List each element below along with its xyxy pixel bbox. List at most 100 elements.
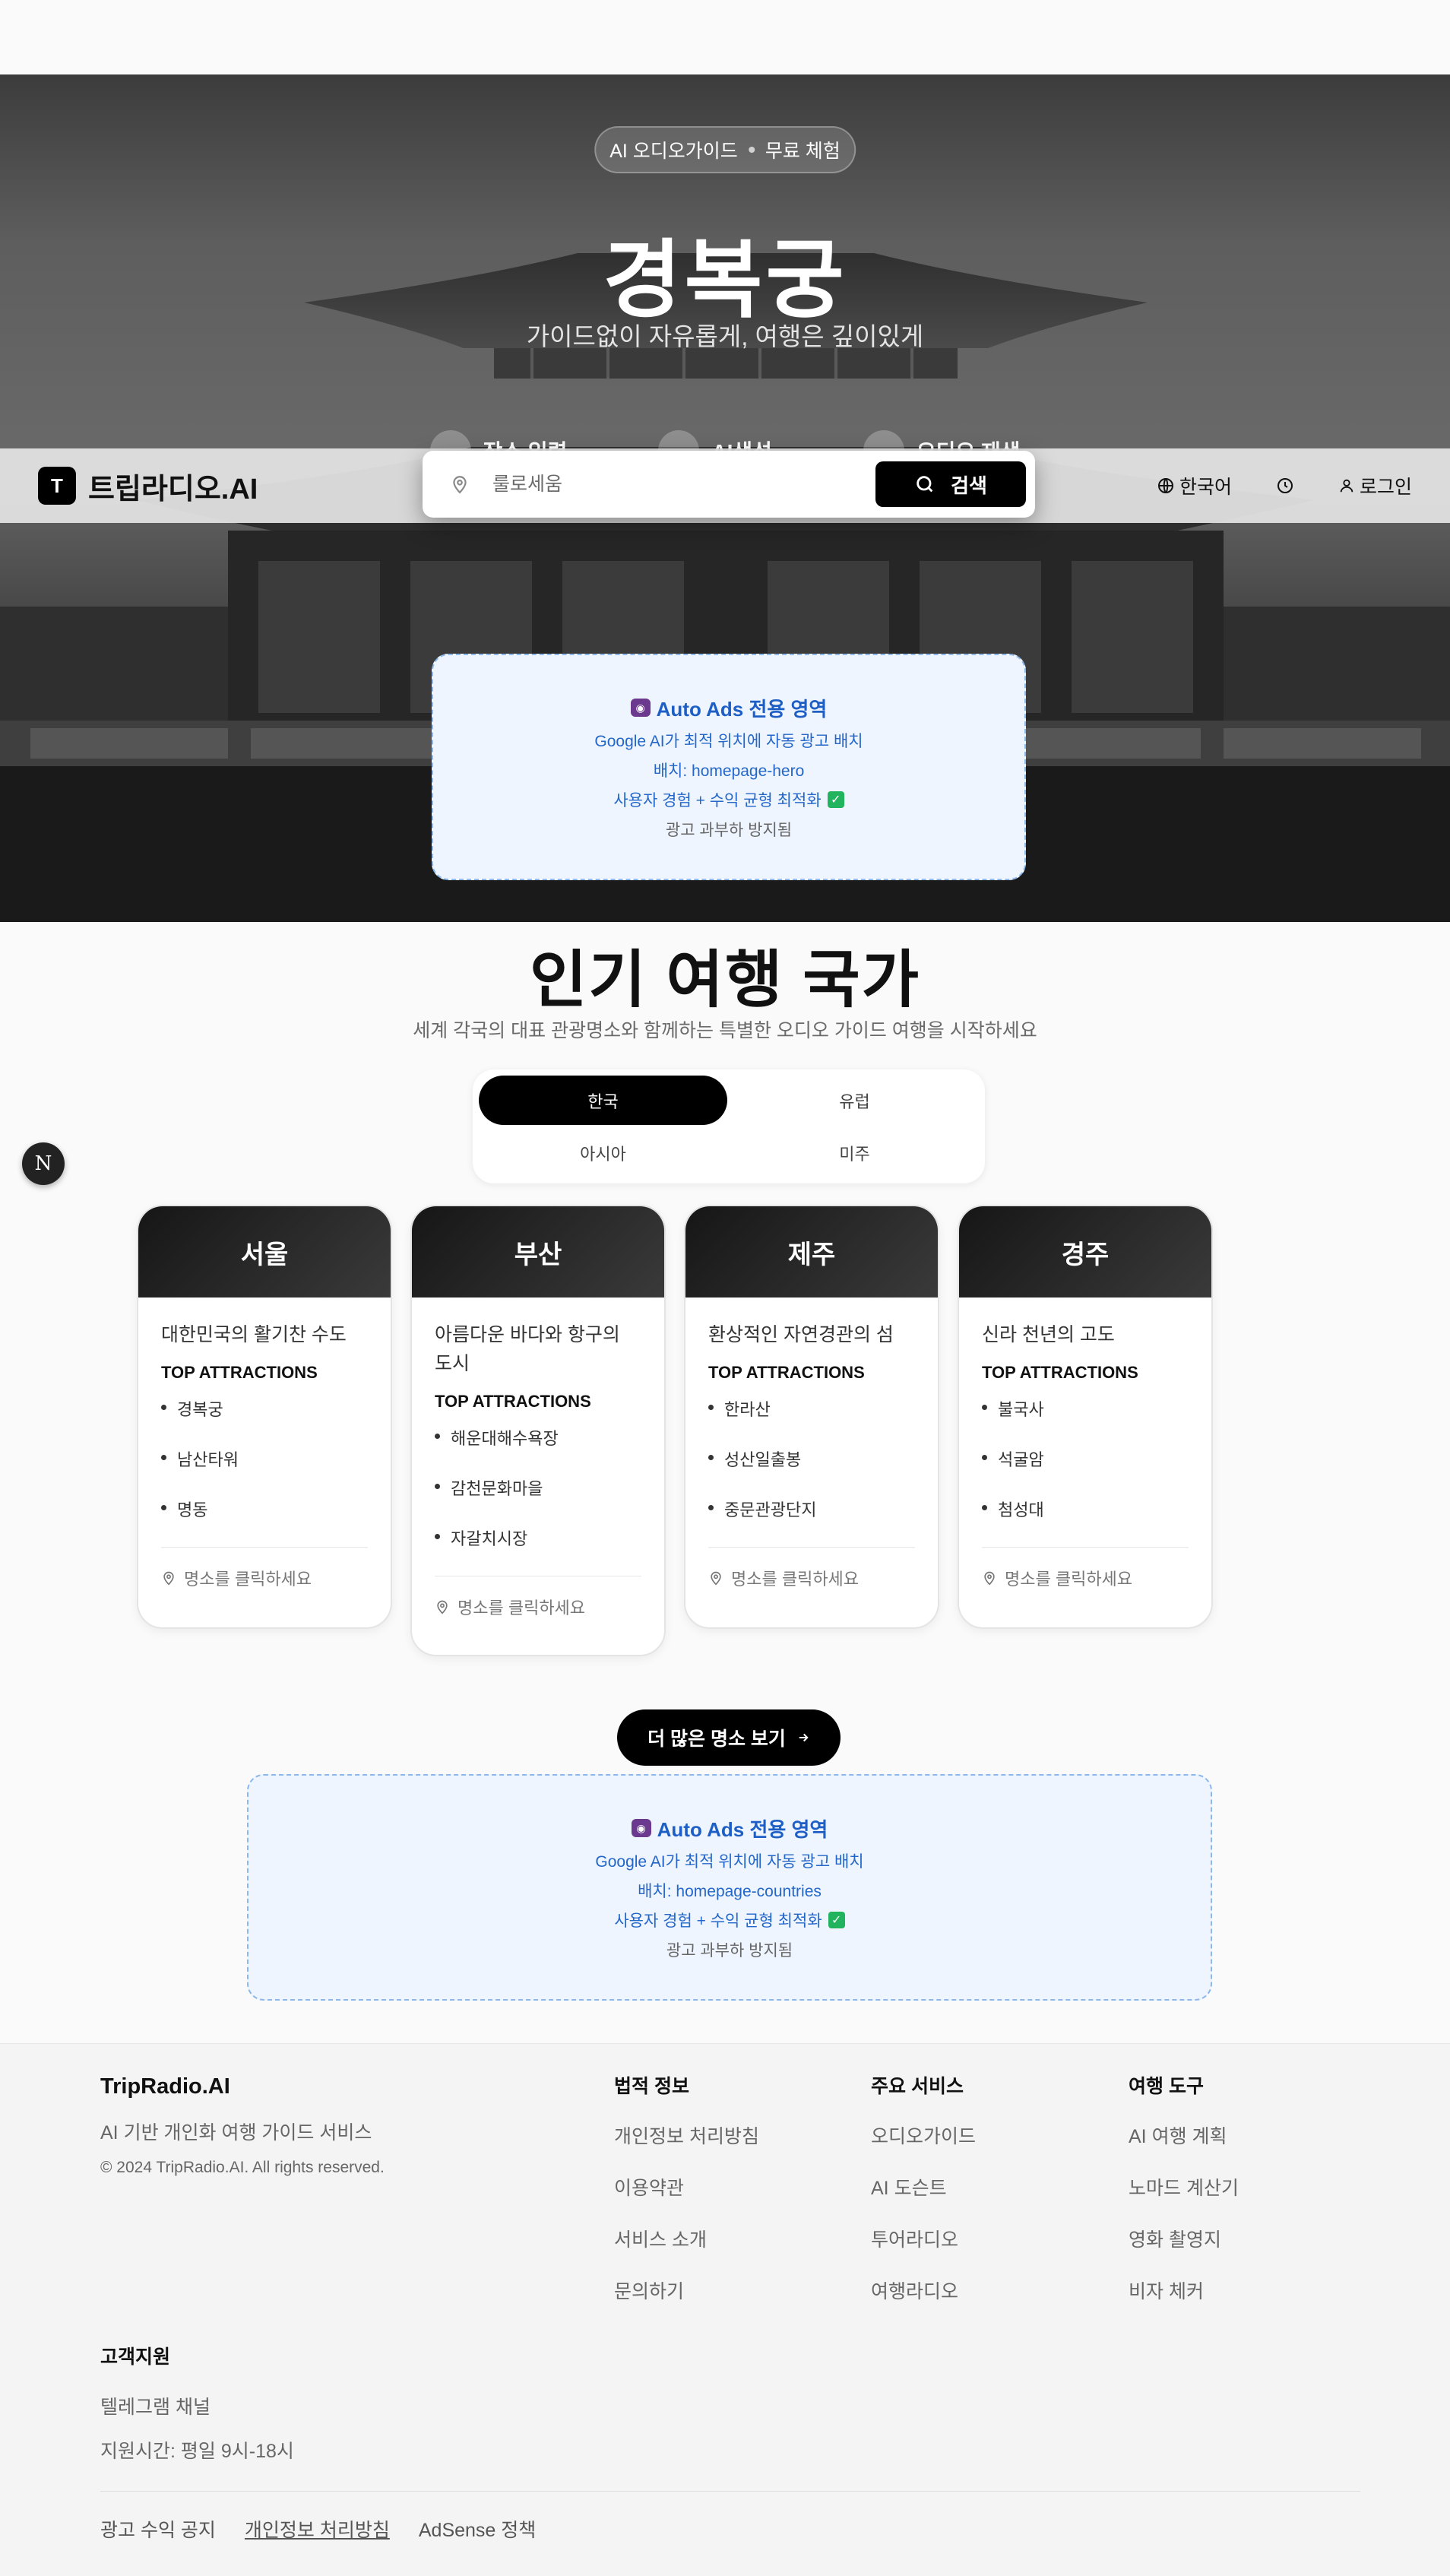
footer-copyright: © 2024 TripRadio.AI. All rights reserved… [100,2159,385,2176]
attraction-item[interactable]: 자갈치시장 [435,1524,641,1574]
city-card-desc: 대한민국의 활기찬 수도 [161,1324,347,1345]
footer-link-planner[interactable]: AI 여행 계획 [1129,2121,1239,2149]
attraction-item[interactable]: 중문관광단지 [708,1495,915,1545]
footer-link-tourradio[interactable]: 투어라디오 [871,2225,976,2252]
footer-link-nomad[interactable]: 노마드 계산기 [1129,2173,1239,2201]
location-pin-icon [437,1600,448,1614]
ad-line4: 광고 과부하 방지됨 [666,1941,793,1960]
more-attractions-button[interactable]: 더 많은 명소 보기 [617,1709,841,1766]
footer-bottom-links: 광고 수익 공지 개인정보 처리방침 AdSense 정책 [100,2515,536,2543]
clock-icon [1277,478,1293,493]
footer-link-ad-notice[interactable]: 광고 수익 공지 [100,2515,216,2543]
footer-brand-name[interactable]: TripRadio.AI [100,2074,385,2099]
city-card-jeju[interactable]: 제주 환상적인 자연경관의 섬 TOP ATTRACTIONS 한라산 성산일출… [684,1205,939,1629]
history-button[interactable] [1276,477,1294,495]
location-pin-icon [711,1571,721,1586]
footer-link-privacy[interactable]: 개인정보 처리방침 [614,2121,759,2149]
footer-tagline: AI 기반 개인화 여행 가이드 서비스 [100,2122,372,2143]
search-icon [917,476,933,493]
check-icon: ✓ [827,791,844,808]
city-card-seoul[interactable]: 서울 대한민국의 활기찬 수도 TOP ATTRACTIONS 경복궁 남산타워… [137,1205,392,1629]
footer-telegram-link[interactable]: 텔레그램 채널 [100,2392,294,2418]
attraction-item[interactable]: 해운대해수욕장 [435,1424,641,1474]
region-tabs: 한국 유럽 아시아 미주 [473,1069,985,1183]
attraction-item[interactable]: 명동 [161,1495,368,1545]
ad-line3: 사용자 경험 + 수익 균형 최적화 ✓ [613,788,844,811]
ad-line2: 배치: homepage-countries [638,1882,822,1900]
logo-text[interactable]: 트립라디오.AI [88,465,258,507]
hero-badge: AI 오디오가이드 무료 체험 [594,126,856,173]
arrow-right-icon [799,1733,809,1742]
footer-col-title: 여행 도구 [1129,2076,1204,2097]
city-card-title: 경주 [959,1206,1211,1298]
floating-dev-badge[interactable]: N [22,1142,65,1185]
footer-link-adsense[interactable]: AdSense 정책 [419,2515,536,2543]
hero-badge-dot [748,147,755,153]
attraction-item[interactable]: 남산타워 [161,1445,368,1495]
attractions-list: 경복궁 남산타워 명동 [161,1395,368,1545]
logo-icon[interactable]: T [38,467,76,505]
attraction-item[interactable]: 성산일출봉 [708,1445,915,1495]
ad-line1: Google AI가 최적 위치에 자동 광고 배치 [595,1852,864,1871]
footer-link-travelradio[interactable]: 여행라디오 [871,2277,976,2304]
attraction-item[interactable]: 석굴암 [982,1445,1189,1495]
login-button[interactable]: 로그인 [1338,472,1412,499]
city-card-title: 서울 [138,1206,391,1298]
site-footer: TripRadio.AI AI 기반 개인화 여행 가이드 서비스 © 2024… [0,2043,1450,2576]
city-card-title: 제주 [685,1206,938,1298]
attraction-item[interactable]: 경복궁 [161,1395,368,1445]
section-subtitle: 세계 각국의 대표 관광명소와 함께하는 특별한 오디오 가이드 여행을 시작하… [413,1020,1037,1041]
footer-col-tools: 여행 도구 AI 여행 계획 노마드 계산기 영화 촬영지 비자 체커 [1129,2071,1239,2304]
tab-korea[interactable]: 한국 [479,1076,727,1125]
footer-col-title: 주요 서비스 [871,2076,964,2097]
attraction-item[interactable]: 첨성대 [982,1495,1189,1545]
search-input[interactable] [492,473,875,496]
footer-link-visa[interactable]: 비자 체커 [1129,2277,1239,2304]
ad-title: ◉ Auto Ads 전용 영역 [631,1814,828,1842]
language-button[interactable]: 한국어 [1157,472,1232,499]
attraction-item[interactable]: 감천문화마을 [435,1474,641,1524]
attractions-label: TOP ATTRACTIONS [708,1363,865,1382]
tab-asia[interactable]: 아시아 [479,1128,727,1177]
footer-support: 고객지원 텔레그램 채널 지원시간: 평일 9시-18시 [100,2342,294,2462]
attractions-list: 불국사 석굴암 첨성대 [982,1395,1189,1545]
footer-link-about[interactable]: 서비스 소개 [614,2225,759,2252]
city-card-busan[interactable]: 부산 아름다운 바다와 항구의 도시 TOP ATTRACTIONS 해운대해수… [410,1205,666,1656]
attraction-item[interactable]: 한라산 [708,1395,915,1445]
footer-link-docent[interactable]: AI 도슨트 [871,2173,976,2201]
footer-support-title: 고객지원 [100,2346,171,2368]
attractions-list: 한라산 성산일출봉 중문관광단지 [708,1395,915,1545]
city-card-desc: 신라 천년의 고도 [982,1324,1115,1345]
search-button[interactable]: 검색 [875,461,1026,507]
tab-americas[interactable]: 미주 [730,1128,979,1177]
city-card-title: 부산 [412,1206,664,1298]
section-title: 인기 여행 국가 [529,946,921,1015]
city-card-gyeongju[interactable]: 경주 신라 천년의 고도 TOP ATTRACTIONS 불국사 석굴암 첨성대… [958,1205,1213,1629]
footer-link-terms[interactable]: 이용약관 [614,2173,759,2201]
hero-badge-right: 무료 체험 [765,141,841,162]
ad-line3: 사용자 경험 + 수익 균형 최적화 ✓ [614,1909,845,1931]
location-pin-icon [984,1571,995,1586]
user-icon [1340,479,1353,493]
search-bar: 검색 [423,451,1035,518]
city-card-desc: 아름다운 바다와 항구의 도시 [435,1324,620,1374]
attractions-list: 해운대해수욕장 감천문화마을 자갈치시장 [435,1424,641,1574]
footer-link-filming[interactable]: 영화 촬영지 [1129,2225,1239,2252]
check-icon: ✓ [828,1911,845,1928]
hero-subtitle: 가이드없이 자유롭게, 여행은 깊이있게 [526,322,924,350]
language-label: 한국어 [1179,477,1232,498]
footer-support-hours: 지원시간: 평일 9시-18시 [100,2441,294,2462]
page: AI 오디오가이드 무료 체험 경복궁 가이드없이 자유롭게, 여행은 깊이있게… [0,0,1450,2576]
ad-line4: 광고 과부하 방지됨 [665,821,793,839]
attraction-item[interactable]: 불국사 [982,1395,1189,1445]
footer-col-services: 주요 서비스 오디오가이드 AI 도슨트 투어라디오 여행라디오 [871,2071,976,2304]
tab-europe[interactable]: 유럽 [730,1076,979,1125]
header-nav: 한국어 로그인 [1157,472,1412,499]
footer-col-legal: 법적 정보 개인정보 처리방침 이용약관 서비스 소개 문의하기 [614,2071,759,2304]
attractions-label: TOP ATTRACTIONS [435,1392,591,1411]
globe-icon [1157,478,1173,493]
footer-link-audioguide[interactable]: 오디오가이드 [871,2121,976,2149]
footer-link-privacy-bottom[interactable]: 개인정보 처리방침 [245,2515,390,2543]
ad-title: ◉ Auto Ads 전용 영역 [630,694,827,722]
footer-link-contact[interactable]: 문의하기 [614,2277,759,2304]
